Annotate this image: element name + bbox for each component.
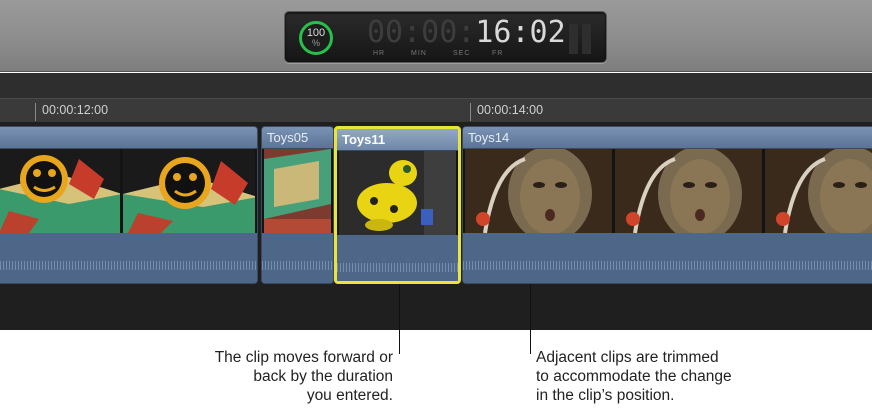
ruler-mark-12s: 00:00:12:00 xyxy=(35,103,108,121)
filmstrip-frame xyxy=(0,149,120,233)
clip-filmstrip xyxy=(262,149,333,233)
filmstrip-frame xyxy=(339,151,456,235)
timeline-header-band xyxy=(0,73,872,98)
callout-left-line-3: you entered. xyxy=(306,387,393,404)
clip-title: Toys14 xyxy=(463,127,872,149)
clip-filmstrip xyxy=(463,149,872,233)
unit-min: MIN xyxy=(411,50,427,57)
filmstrip-frame xyxy=(615,149,763,233)
toolbar: 100 % 00:00:16:02 HR MIN SEC FR xyxy=(0,0,872,72)
filmstrip-frame xyxy=(122,149,255,233)
clip-audio-waveform xyxy=(262,233,333,283)
unit-sec: SEC xyxy=(453,50,471,57)
dashboard-timecode-display[interactable]: 100 % 00:00:16:02 HR MIN SEC FR xyxy=(284,11,607,63)
callout-right-line-1: Adjacent clips are trimmed xyxy=(536,349,719,366)
clip-title xyxy=(0,127,257,149)
filmstrip-frame xyxy=(264,149,331,233)
background-tasks-progress-ring[interactable]: 100 % xyxy=(299,21,333,55)
callout-leader-left xyxy=(399,284,400,354)
callout-left-line-1: The clip moves forward or xyxy=(214,349,393,366)
timecode-dim-digits: 00:00: xyxy=(367,15,476,50)
timeline-ruler[interactable]: 00:00:12:00 00:00:14:00 xyxy=(0,98,872,122)
clip-title: Toys11 xyxy=(337,129,458,151)
clip-title: Toys05 xyxy=(262,127,333,149)
percent-sign: % xyxy=(311,38,320,48)
clip-filmstrip xyxy=(0,149,257,233)
unit-hr: HR xyxy=(373,50,386,57)
clip-audio-waveform xyxy=(0,233,257,283)
clip-audio-waveform xyxy=(463,233,872,283)
callout-right-line-3: in the clip’s position. xyxy=(536,387,675,404)
filmstrip-frame xyxy=(765,149,872,233)
audio-meter-icon xyxy=(566,20,596,56)
callout-leader-right xyxy=(530,284,531,354)
callout-left-line-2: back by the duration xyxy=(253,368,393,385)
timecode-lit-digits: 16:02 xyxy=(475,15,566,50)
callout-left: The clip moves forward or back by the du… xyxy=(215,348,393,405)
clip-filmstrip xyxy=(337,151,458,235)
timeline-clip[interactable] xyxy=(0,126,258,284)
filmstrip-frame xyxy=(465,149,613,233)
timeline-clip-toys05[interactable]: Toys05 xyxy=(261,126,334,284)
callout-right: Adjacent clips are trimmed to accommodat… xyxy=(536,348,732,405)
timecode-unit-labels: HR MIN SEC FR xyxy=(371,50,531,60)
timecode-readout: 00:00:16:02 xyxy=(367,16,566,50)
timeline-clip-toys11-selected[interactable]: Toys11 xyxy=(334,126,461,284)
callout-right-line-2: to accommodate the change xyxy=(536,368,732,385)
unit-fr: FR xyxy=(492,50,504,57)
clip-audio-waveform xyxy=(337,235,458,281)
ruler-mark-14s: 00:00:14:00 xyxy=(470,103,543,121)
timeline-clip-toys14[interactable]: Toys14 xyxy=(462,126,872,284)
